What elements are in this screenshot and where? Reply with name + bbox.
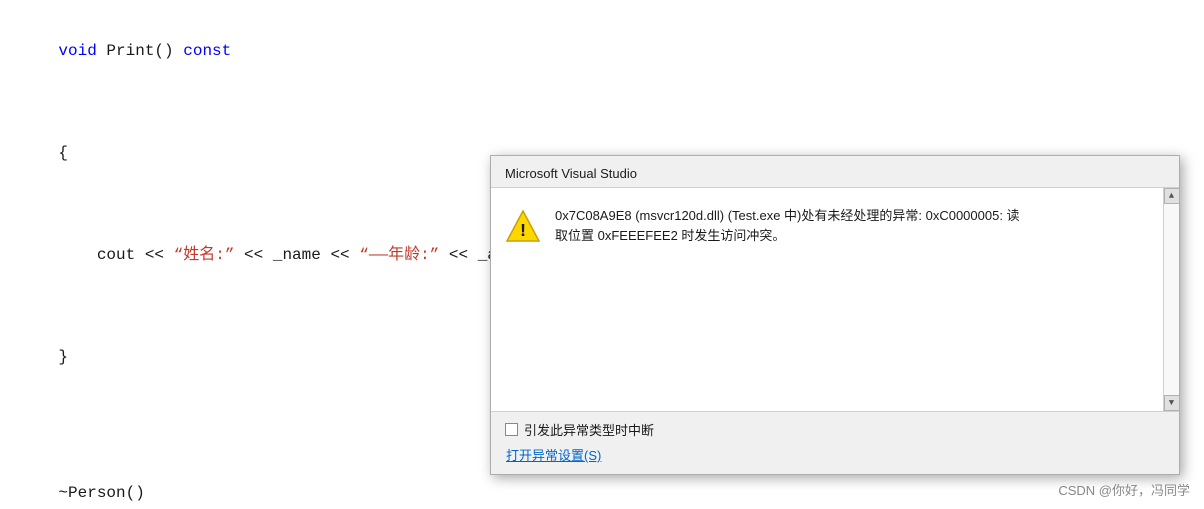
warning-icon: !	[505, 208, 541, 244]
code-line: void Print() const	[20, 0, 1184, 102]
svg-text:!: !	[518, 222, 529, 242]
dialog-titlebar: Microsoft Visual Studio	[491, 156, 1179, 188]
vs-dialog: Microsoft Visual Studio ! 0x7C08A9E8 (ms…	[490, 155, 1180, 475]
exception-break-checkbox[interactable]	[505, 423, 518, 436]
checkbox-row: 引发此异常类型时中断	[505, 420, 1165, 439]
scrollbar-track	[1164, 204, 1179, 395]
dialog-message-line2: 取位置 0xFEEEFEE2 时发生访问冲突。	[555, 228, 785, 243]
dialog-message-line1: 0x7C08A9E8 (msvcr120d.dll) (Test.exe 中)处…	[555, 208, 1020, 223]
dialog-message-text: 0x7C08A9E8 (msvcr120d.dll) (Test.exe 中)处…	[555, 206, 1165, 245]
scrollbar-down-arrow[interactable]: ▼	[1164, 395, 1180, 411]
scrollbar-up-arrow[interactable]: ▲	[1164, 188, 1180, 204]
open-exception-settings-link[interactable]: 打开异常设置(S)	[506, 445, 1165, 464]
dialog-title: Microsoft Visual Studio	[505, 166, 637, 181]
checkbox-label: 引发此异常类型时中断	[524, 420, 654, 439]
dialog-scrollbar[interactable]: ▲ ▼	[1163, 188, 1179, 411]
dialog-footer: 引发此异常类型时中断 打开异常设置(S)	[491, 411, 1179, 474]
dialog-body: ! 0x7C08A9E8 (msvcr120d.dll) (Test.exe 中…	[491, 188, 1179, 411]
